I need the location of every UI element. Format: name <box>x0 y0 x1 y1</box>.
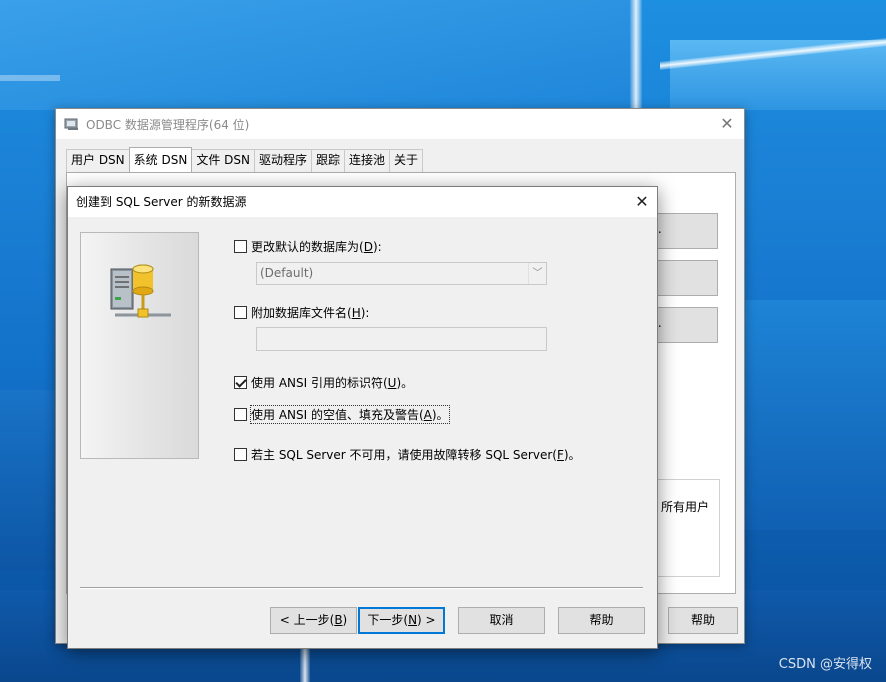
dsn-info-box: 所有用户 <box>654 479 720 577</box>
new-sql-datasource-dialog: 创建到 SQL Server 的新数据源 ✕ 更改默认的数据库为(D): (De… <box>67 186 658 649</box>
back-button[interactable]: < 上一步(B) <box>270 607 357 634</box>
csdn-watermark: CSDN @安得权 <box>778 657 872 672</box>
failover-option[interactable]: 若主 SQL Server 不可用，请使用故障转移 SQL Server(F)。 <box>234 446 581 463</box>
wallpaper-light-beam <box>630 0 642 110</box>
tab-user-dsn[interactable]: 用户 DSN <box>66 149 130 172</box>
help-button[interactable]: 帮助 <box>558 607 645 634</box>
tab-tracing[interactable]: 跟踪 <box>310 149 345 172</box>
wallpaper-light-beam <box>0 75 60 81</box>
wallpaper-pane <box>745 300 886 530</box>
server-database-icon <box>110 264 171 318</box>
odbc-tab-strip: 用户 DSN 系统 DSN 文件 DSN 驱动程序 跟踪 连接池 关于 <box>66 147 424 172</box>
ansi-nulls-checkbox[interactable] <box>234 408 247 421</box>
odbc-help-button[interactable]: 帮助 <box>668 607 738 634</box>
ansi-nulls-option[interactable]: 使用 ANSI 的空值、填充及警告(A)。 <box>234 405 450 424</box>
ansi-quoted-identifiers-label: 使用 ANSI 引用的标识符(U)。 <box>251 376 414 390</box>
attach-db-file-label: 附加数据库文件名(H): <box>251 306 370 320</box>
dialog-divider <box>80 587 643 589</box>
default-db-select-value: (Default) <box>260 266 314 280</box>
tab-file-dsn[interactable]: 文件 DSN <box>191 149 255 172</box>
ansi-quoted-identifiers-option[interactable]: 使用 ANSI 引用的标识符(U)。 <box>234 374 413 391</box>
cancel-button[interactable]: 取消 <box>458 607 545 634</box>
change-default-db-checkbox[interactable] <box>234 240 247 253</box>
tab-connection-pooling[interactable]: 连接池 <box>344 149 391 172</box>
remove-dsn-button[interactable] <box>656 260 718 296</box>
odbc-app-icon <box>64 118 78 130</box>
dialog-title: 创建到 SQL Server 的新数据源 <box>76 195 247 209</box>
add-dsn-button[interactable]: .. <box>654 213 718 249</box>
ansi-nulls-label: 使用 ANSI 的空值、填充及警告(A)。 <box>250 405 450 424</box>
attach-db-file-checkbox[interactable] <box>234 306 247 319</box>
configure-dsn-button[interactable]: .. <box>654 307 718 343</box>
next-button[interactable]: 下一步(N) > <box>358 607 445 634</box>
chevron-down-icon: ﹀ <box>528 263 546 284</box>
attach-db-file-input <box>256 327 547 351</box>
tab-about[interactable]: 关于 <box>389 149 424 172</box>
dsn-info-text: 所有用户 <box>661 500 710 514</box>
ansi-quoted-identifiers-checkbox[interactable] <box>234 376 247 389</box>
failover-label: 若主 SQL Server 不可用，请使用故障转移 SQL Server(F)。 <box>251 448 581 462</box>
change-default-db-option[interactable]: 更改默认的数据库为(D): <box>234 238 382 255</box>
odbc-titlebar[interactable]: ODBC 数据源管理程序(64 位) ✕ <box>56 109 744 139</box>
close-icon[interactable]: ✕ <box>633 193 651 211</box>
dialog-titlebar[interactable]: 创建到 SQL Server 的新数据源 ✕ <box>68 187 657 217</box>
odbc-window-title: ODBC 数据源管理程序(64 位) <box>86 117 250 132</box>
change-default-db-label: 更改默认的数据库为(D): <box>251 240 382 254</box>
tab-drivers[interactable]: 驱动程序 <box>253 149 312 172</box>
wizard-side-image <box>80 232 199 459</box>
default-db-select: (Default) ﹀ <box>256 262 547 285</box>
wallpaper-pane <box>0 0 640 110</box>
tab-system-dsn[interactable]: 系统 DSN <box>128 147 193 172</box>
attach-db-file-option[interactable]: 附加数据库文件名(H): <box>234 304 369 321</box>
failover-checkbox[interactable] <box>234 448 247 461</box>
wallpaper-pane <box>0 390 60 570</box>
close-icon[interactable]: ✕ <box>718 115 736 133</box>
